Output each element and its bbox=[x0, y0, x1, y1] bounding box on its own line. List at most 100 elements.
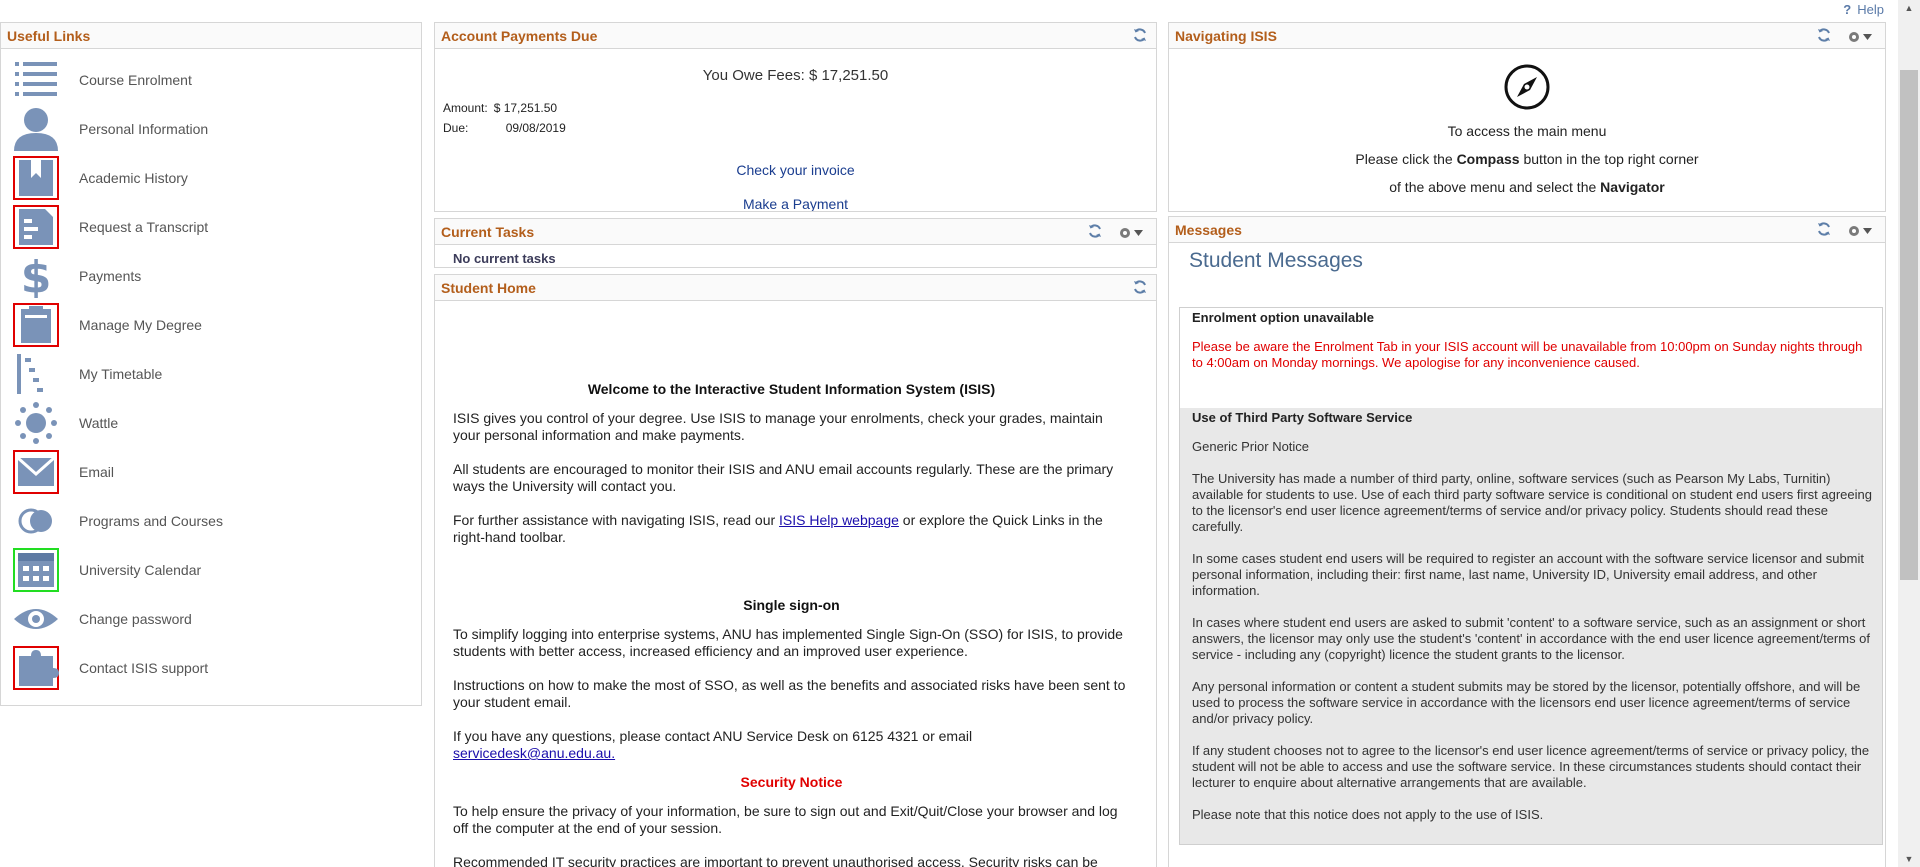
help-link[interactable]: ? Help bbox=[1843, 0, 1884, 18]
paragraph: Instructions on how to make the most of … bbox=[453, 677, 1126, 710]
paragraph: If you have any questions, please contac… bbox=[453, 728, 973, 761]
current-tasks-header: Current Tasks bbox=[435, 219, 1156, 245]
puzzle-icon bbox=[11, 645, 61, 690]
scroll-down-arrow-icon[interactable]: ▼ bbox=[1898, 851, 1920, 867]
useful-links-header: Useful Links bbox=[1, 23, 421, 49]
timetable-icon bbox=[11, 352, 61, 396]
chevron-down-icon bbox=[1863, 33, 1872, 40]
message-item: Use of Third Party Software Service Gene… bbox=[1180, 408, 1882, 844]
toggle-icon bbox=[11, 499, 61, 543]
message-body: Please be aware the Enrolment Tab in you… bbox=[1192, 339, 1863, 370]
nav-line-3: of the above menu and select the Navigat… bbox=[1389, 179, 1665, 195]
gear-icon bbox=[1120, 227, 1130, 238]
link-personal-information[interactable]: Personal Information bbox=[1, 104, 421, 153]
student-home-title: Student Home bbox=[441, 279, 536, 296]
clipboard-icon bbox=[11, 302, 61, 347]
message-title: Use of Third Party Software Service bbox=[1192, 410, 1413, 425]
link-label: Wattle bbox=[79, 414, 119, 431]
isis-help-link[interactable]: ISIS Help webpage bbox=[779, 512, 899, 528]
person-icon bbox=[11, 107, 61, 151]
link-request-transcript[interactable]: Request a Transcript bbox=[1, 202, 421, 251]
welcome-heading: Welcome to the Interactive Student Infor… bbox=[587, 381, 996, 397]
message-paragraph: If any student chooses not to agree to t… bbox=[1192, 743, 1870, 790]
servicedesk-email-link[interactable]: servicedesk@anu.edu.au. bbox=[453, 745, 615, 761]
link-change-password[interactable]: Change password bbox=[1, 594, 421, 643]
page-scrollbar[interactable]: ▲ ▼ bbox=[1898, 0, 1920, 867]
calendar-icon bbox=[11, 547, 61, 592]
student-messages-heading: Student Messages bbox=[1189, 249, 1363, 272]
link-label: Course Enrolment bbox=[79, 71, 192, 88]
refresh-icon[interactable] bbox=[1132, 27, 1148, 46]
compass-icon bbox=[1503, 63, 1551, 111]
paragraph: To simplify logging into enterprise syst… bbox=[453, 626, 1123, 659]
message-paragraph: The University has made a number of thir… bbox=[1192, 471, 1872, 534]
fees-owed: You Owe Fees: $ 17,251.50 bbox=[702, 67, 889, 84]
link-academic-history[interactable]: Academic History bbox=[1, 153, 421, 202]
link-label: University Calendar bbox=[79, 561, 202, 578]
link-label: Manage My Degree bbox=[79, 316, 202, 333]
useful-links-title: Useful Links bbox=[7, 27, 91, 44]
link-contact-support[interactable]: Contact ISIS support bbox=[1, 643, 421, 692]
link-label: Email bbox=[79, 463, 115, 480]
gear-icon bbox=[1849, 225, 1859, 236]
message-paragraph: Please note that this notice does not ap… bbox=[1192, 807, 1544, 822]
paragraph: All students are encouraged to monitor t… bbox=[453, 461, 1114, 494]
link-label: Payments bbox=[79, 267, 142, 284]
scrollbar-thumb[interactable] bbox=[1900, 70, 1918, 580]
pagelet-options-menu[interactable] bbox=[1113, 224, 1148, 242]
scroll-up-arrow-icon[interactable]: ▲ bbox=[1898, 0, 1920, 16]
link-label: Contact ISIS support bbox=[79, 659, 209, 676]
student-home-header: Student Home bbox=[435, 275, 1156, 301]
messages-list: Enrolment option unavailable Please be a… bbox=[1179, 307, 1883, 845]
bookmark-book-icon bbox=[11, 155, 61, 200]
link-label: Change password bbox=[79, 610, 192, 627]
message-item: Enrolment option unavailable Please be a… bbox=[1180, 308, 1882, 377]
link-timetable[interactable]: My Timetable bbox=[1, 349, 421, 398]
amount-value: $ 17,251.50 bbox=[493, 101, 558, 115]
navigating-content: To access the main menu Please click the… bbox=[1169, 63, 1885, 195]
link-manage-degree[interactable]: Manage My Degree bbox=[1, 300, 421, 349]
account-payments-pagelet: Account Payments Due You Owe Fees: $ 17,… bbox=[434, 22, 1157, 212]
sun-icon bbox=[11, 401, 61, 445]
link-label: Request a Transcript bbox=[79, 218, 209, 235]
svg-text:$: $ bbox=[21, 254, 52, 298]
link-programs-courses[interactable]: Programs and Courses bbox=[1, 496, 421, 545]
amount-label: Amount: bbox=[443, 101, 488, 115]
refresh-icon[interactable] bbox=[1816, 27, 1832, 46]
make-payment-link[interactable]: Make a Payment bbox=[743, 196, 848, 211]
messages-header: Messages bbox=[1169, 217, 1885, 243]
dollar-icon: $ bbox=[11, 254, 61, 298]
envelope-icon bbox=[11, 449, 61, 494]
amount-table: Amount: $ 17,251.50 Due: 09/08/2019 bbox=[439, 98, 570, 140]
help-label: Help bbox=[1857, 1, 1884, 17]
sso-heading: Single sign-on bbox=[743, 597, 840, 613]
navigating-isis-pagelet: Navigating ISIS To access the main menu … bbox=[1168, 22, 1886, 212]
link-wattle[interactable]: Wattle bbox=[1, 398, 421, 447]
refresh-icon[interactable] bbox=[1132, 279, 1148, 298]
account-payments-header: Account Payments Due bbox=[435, 23, 1156, 49]
messages-pagelet: Messages Student Messages Enrolment opti… bbox=[1168, 216, 1886, 867]
pagelet-options-menu[interactable] bbox=[1842, 28, 1877, 46]
check-invoice-link[interactable]: Check your invoice bbox=[736, 162, 854, 178]
no-tasks-text: No current tasks bbox=[453, 251, 556, 266]
link-payments[interactable]: $ Payments bbox=[1, 251, 421, 300]
navigating-isis-title: Navigating ISIS bbox=[1175, 27, 1277, 44]
refresh-icon[interactable] bbox=[1087, 223, 1103, 242]
pagelet-options-menu[interactable] bbox=[1842, 222, 1877, 240]
paragraph: Recommended IT security practices are im… bbox=[453, 854, 1098, 867]
current-tasks-title: Current Tasks bbox=[441, 223, 535, 240]
useful-links-list: Course Enrolment Personal Information Ac… bbox=[1, 49, 421, 692]
link-university-calendar[interactable]: University Calendar bbox=[1, 545, 421, 594]
message-paragraph: Generic Prior Notice bbox=[1192, 439, 1310, 454]
paragraph: To help ensure the privacy of your infor… bbox=[453, 803, 1118, 836]
messages-title: Messages bbox=[1175, 221, 1242, 238]
message-paragraph: Any personal information or content a st… bbox=[1192, 679, 1861, 726]
link-course-enrolment[interactable]: Course Enrolment bbox=[1, 55, 421, 104]
nav-line-1: To access the main menu bbox=[1447, 123, 1607, 139]
link-email[interactable]: Email bbox=[1, 447, 421, 496]
due-value: 09/08/2019 bbox=[505, 121, 566, 135]
list-icon bbox=[11, 58, 61, 102]
current-tasks-pagelet: Current Tasks No current tasks bbox=[434, 218, 1157, 268]
chevron-down-icon bbox=[1134, 229, 1143, 236]
refresh-icon[interactable] bbox=[1816, 221, 1832, 240]
